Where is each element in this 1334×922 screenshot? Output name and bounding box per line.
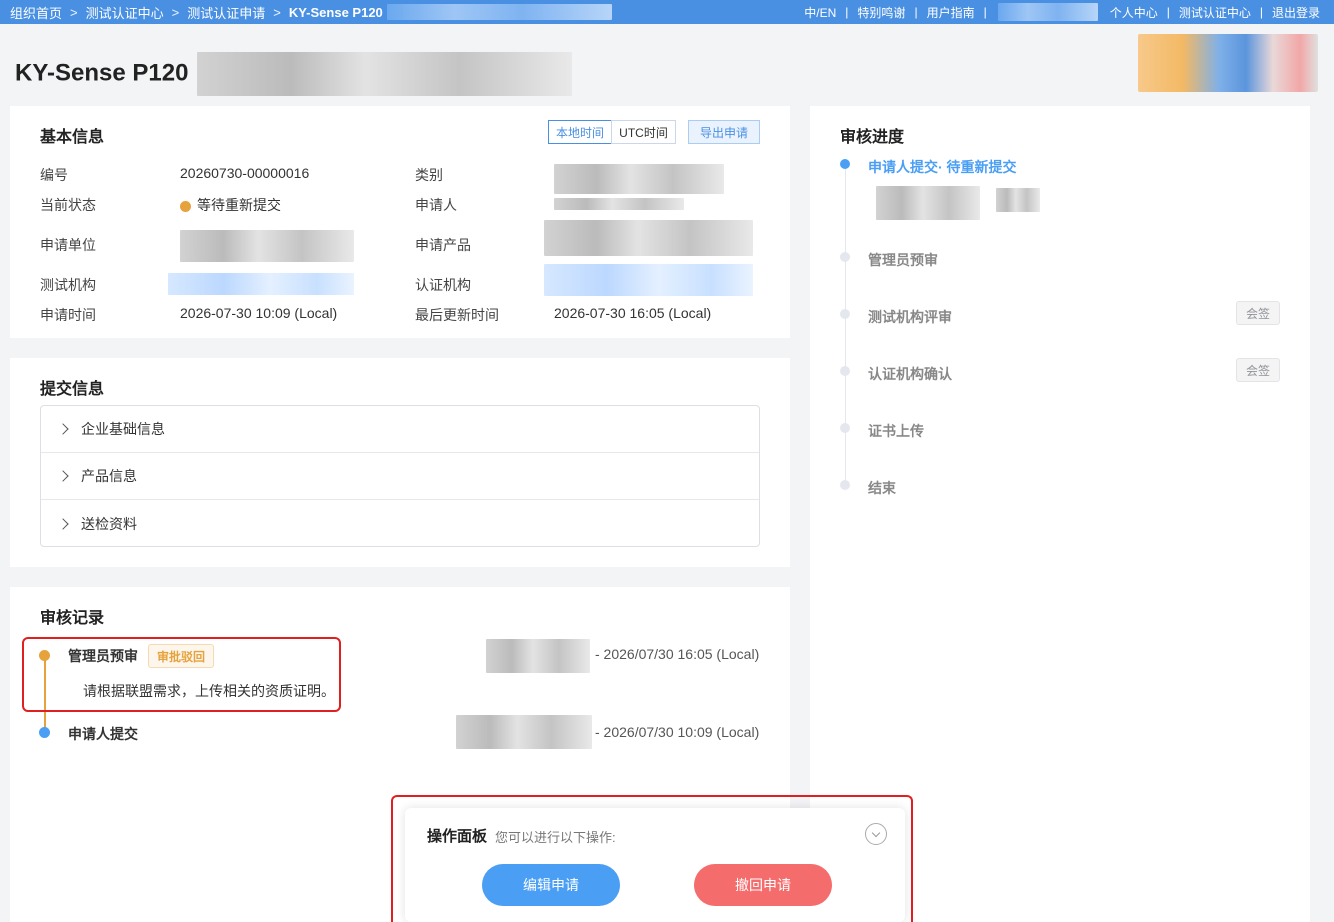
redacted-user-name [997, 3, 1098, 21]
redacted-product [544, 220, 753, 256]
accordion-item-company-info[interactable]: 企业基础信息 [41, 406, 759, 453]
record-stage: 申请人提交 [68, 726, 138, 742]
cert-org-label: 认证机构 [415, 277, 471, 293]
number-value: 20260730-00000016 [180, 165, 310, 181]
submit-info-title: 提交信息 [40, 381, 105, 398]
redacted-reviewer [486, 639, 590, 673]
redacted-applicant [554, 198, 684, 210]
breadcrumb-test-center[interactable]: 测试认证中心 [86, 3, 164, 22]
step-dot [840, 366, 850, 376]
apply-time-label: 申请时间 [40, 307, 96, 323]
submit-info-accordion: 企业基础信息 产品信息 送检资料 [40, 405, 760, 547]
highlight-box-rejected-record [22, 637, 341, 712]
breadcrumb-home[interactable]: 组织首页 [10, 3, 62, 22]
status-dot-icon [180, 200, 191, 212]
redacted-category [554, 164, 724, 194]
chevron-right-icon [57, 423, 69, 435]
basic-info-card: 基本信息 本地时间 UTC时间 导出申请 编号 20260730-0000001… [10, 106, 790, 338]
breadcrumb-current: KY-Sense P120 [288, 4, 383, 20]
utc-time-button[interactable]: UTC时间 [611, 120, 676, 144]
redacted-cert-org [544, 264, 753, 296]
step-dot [840, 309, 850, 319]
chevron-right-icon [57, 470, 69, 482]
number-label: 编号 [40, 167, 68, 183]
basic-info-title: 基本信息 [40, 129, 105, 146]
redacted-test-org [168, 273, 354, 295]
page-header: KY-Sense P120 [0, 24, 1334, 106]
chevron-right-icon [57, 517, 69, 530]
record-dot-submitted [39, 727, 50, 738]
test-org-label: 测试机构 [40, 277, 96, 293]
export-application-button[interactable]: 导出申请 [688, 120, 760, 144]
apply-time-value: 2026-07-30 10:09 (Local) [180, 305, 338, 321]
test-center-link[interactable]: 测试认证中心 [1179, 4, 1251, 21]
progress-line [845, 166, 846, 488]
category-label: 类别 [415, 167, 443, 183]
breadcrumb-test-apply[interactable]: 测试认证申请 [187, 3, 265, 22]
redacted-title-suffix [197, 52, 573, 96]
redacted-submitter [456, 715, 592, 749]
record-time: - 2026/07/30 16:05 (Local) [595, 646, 760, 662]
breadcrumb-separator: > [273, 4, 281, 20]
submit-info-card: 提交信息 企业基础信息 产品信息 送检资料 [10, 358, 790, 567]
step-submit: 申请人提交· 待重新提交 [868, 159, 1017, 175]
update-time-label: 最后更新时间 [415, 307, 499, 323]
status-value: 等待重新提交 [180, 195, 281, 215]
step-cert-upload: 证书上传 [868, 423, 924, 439]
step-admin-review: 管理员预审 [868, 252, 938, 268]
breadcrumb-separator: > [171, 4, 180, 20]
unit-label: 申请单位 [40, 237, 96, 253]
personal-center-link[interactable]: 个人中心 [1110, 4, 1158, 21]
status-label: 当前状态 [40, 197, 96, 213]
accordion-item-product-info[interactable]: 产品信息 [41, 453, 759, 500]
progress-title: 审核进度 [840, 129, 905, 146]
local-time-button[interactable]: 本地时间 [548, 120, 612, 144]
user-guide-link[interactable]: 用户指南 [927, 4, 975, 21]
record-time: - 2026/07/30 10:09 (Local) [595, 724, 760, 740]
avatar[interactable] [1138, 34, 1318, 92]
update-time-value: 2026-07-30 16:05 (Local) [554, 305, 712, 321]
redacted-step-actor [876, 186, 980, 220]
accordion-item-inspection-materials[interactable]: 送检资料 [41, 500, 759, 547]
redacted-step-time [996, 188, 1040, 212]
acknowledgements-link[interactable]: 特别鸣谢 [857, 4, 905, 21]
product-label: 申请产品 [415, 237, 471, 253]
top-nav: 中/EN | 特别鸣谢 | 用户指南 | 个人中心 | 测试认证中心 | 退出登… [804, 3, 1320, 21]
applicant-label: 申请人 [415, 197, 457, 213]
language-switch[interactable]: 中/EN [804, 4, 836, 21]
step-cert-org-confirm: 认证机构确认 [868, 366, 952, 382]
step-dot [840, 252, 850, 262]
step-end: 结束 [868, 480, 896, 496]
countersign-tag: 会签 [1236, 301, 1280, 325]
countersign-tag: 会签 [1236, 358, 1280, 382]
redacted-breadcrumb-name [386, 4, 612, 20]
page-title: KY-Sense P120 [15, 52, 573, 96]
logout-link[interactable]: 退出登录 [1272, 4, 1320, 21]
highlight-box-operation-panel [391, 795, 913, 922]
step-dot-current [840, 159, 850, 169]
breadcrumb: 组织首页 > 测试认证中心 > 测试认证申请 > KY-Sense P120 [10, 3, 612, 22]
review-records-title: 审核记录 [40, 610, 105, 627]
step-test-org-review: 测试机构评审 [868, 309, 952, 325]
step-dot [840, 480, 850, 490]
breadcrumb-separator: > [70, 4, 78, 20]
step-dot [840, 423, 850, 433]
redacted-unit [180, 230, 354, 262]
top-bar: 组织首页 > 测试认证中心 > 测试认证申请 > KY-Sense P120 中… [0, 0, 1334, 24]
